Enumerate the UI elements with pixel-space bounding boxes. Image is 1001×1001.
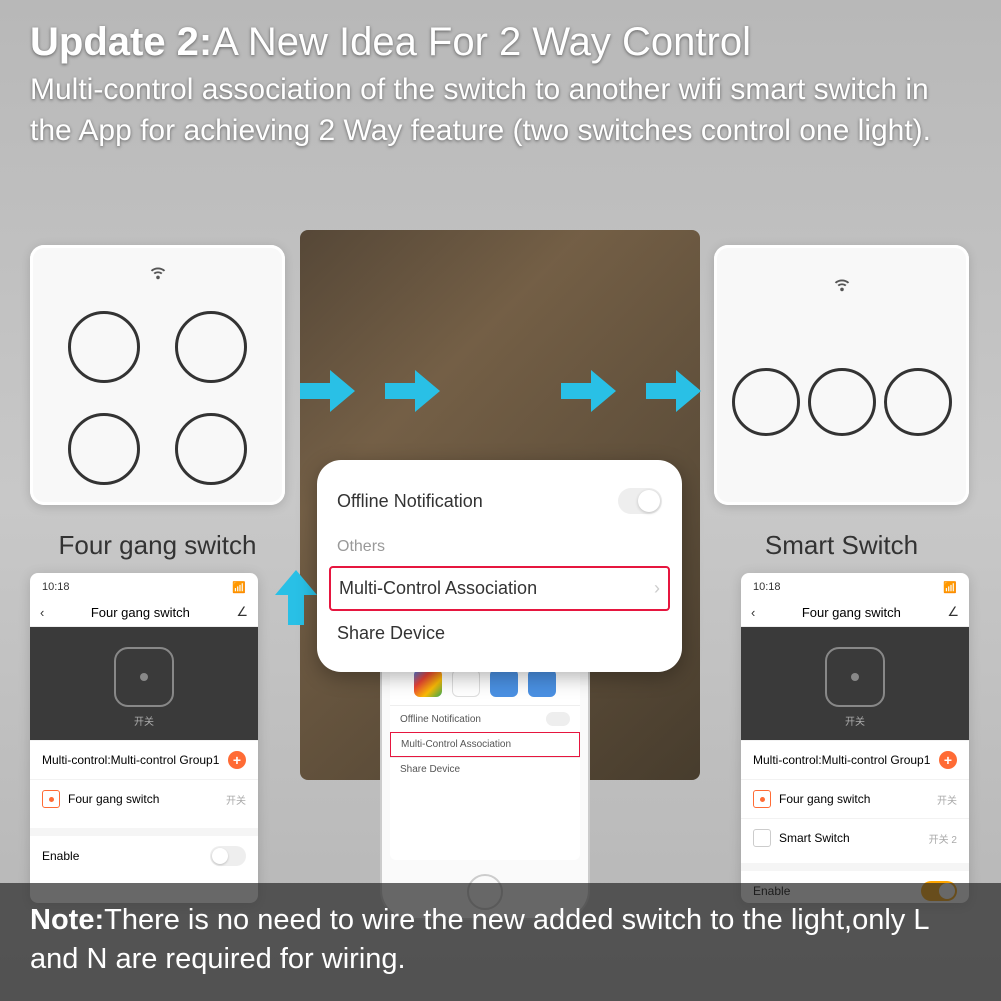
device-preview: 开关 xyxy=(741,627,969,740)
phone-in-hand: Run and Automation Offline Notification … xyxy=(380,630,620,910)
switch-button-3[interactable] xyxy=(884,368,952,436)
page-title: Update 2:A New Idea For 2 Way Control xyxy=(30,20,971,65)
power-button[interactable] xyxy=(825,647,885,707)
wifi-icon xyxy=(147,263,169,281)
phone-multicontrol-row[interactable]: Multi-Control Association xyxy=(390,732,580,757)
switch-button-3[interactable] xyxy=(68,413,140,485)
note-footer: Note:There is no need to wire the new ad… xyxy=(0,883,1001,1001)
switch-button-1[interactable] xyxy=(68,311,140,383)
offline-notification-row[interactable]: Offline Notification xyxy=(337,478,662,524)
device-icon xyxy=(753,790,771,808)
app-header: ‹ Four gang switch ∠ xyxy=(741,598,969,627)
switch-button-2[interactable] xyxy=(175,311,247,383)
add-icon[interactable]: + xyxy=(228,751,246,769)
app-header: ‹ Four gang switch ∠ xyxy=(30,598,258,627)
google-assistant-icon[interactable] xyxy=(414,669,442,697)
status-bar: 10:18📶 xyxy=(741,573,969,598)
app-screen-left: 10:18📶 ‹ Four gang switch ∠ 开关 Multi-con… xyxy=(30,573,258,903)
chevron-right-icon: › xyxy=(654,578,660,599)
arrows-right xyxy=(561,370,701,412)
edit-icon[interactable]: ∠ xyxy=(236,604,248,620)
toggle-icon[interactable] xyxy=(618,488,662,514)
app-screen-right: 10:18📶 ‹ Four gang switch ∠ 开关 Multi-con… xyxy=(741,573,969,903)
google-icon[interactable] xyxy=(452,669,480,697)
signal-icon: 📶 xyxy=(943,581,957,594)
share-device-row[interactable]: Share Device xyxy=(337,613,662,654)
power-button[interactable] xyxy=(114,647,174,707)
settings-popup: Offline Notification Others Multi-Contro… xyxy=(317,460,682,672)
device-row[interactable]: Four gang switch 开关 xyxy=(30,779,258,818)
device-icon xyxy=(42,790,60,808)
add-icon[interactable]: + xyxy=(939,751,957,769)
tmall-genie-icon[interactable] xyxy=(528,669,556,697)
toggle-off-icon[interactable] xyxy=(210,846,246,866)
status-bar: 10:18📶 xyxy=(30,573,258,598)
left-switch-label: Four gang switch xyxy=(30,530,285,561)
device-row-2[interactable]: Smart Switch 开关 2 xyxy=(741,818,969,857)
four-gang-switch-panel xyxy=(30,245,285,505)
edit-icon[interactable]: ∠ xyxy=(947,604,959,620)
wifi-icon xyxy=(831,275,853,293)
signal-icon: 📶 xyxy=(232,581,246,594)
multicontrol-group-row[interactable]: Multi-control:Multi-control Group1 + xyxy=(30,740,258,779)
back-icon[interactable]: ‹ xyxy=(40,605,44,620)
switch-button-4[interactable] xyxy=(175,413,247,485)
arrow-up xyxy=(275,570,317,630)
enable-row[interactable]: Enable xyxy=(30,828,258,876)
device-preview: 开关 xyxy=(30,627,258,740)
smart-switch-panel xyxy=(714,245,969,505)
ifttt-icon[interactable] xyxy=(490,669,518,697)
phone-offline-row[interactable]: Offline Notification xyxy=(390,705,580,732)
device-row-1[interactable]: Four gang switch 开关 xyxy=(741,779,969,818)
device-icon xyxy=(753,829,771,847)
multicontrol-group-row[interactable]: Multi-control:Multi-control Group1 + xyxy=(741,740,969,779)
page-subtitle: Multi-control association of the switch … xyxy=(30,70,971,151)
phone-share-row[interactable]: Share Device xyxy=(390,757,580,781)
multi-control-row[interactable]: Multi-Control Association › xyxy=(329,566,670,611)
back-icon[interactable]: ‹ xyxy=(751,605,755,620)
switch-button-1[interactable] xyxy=(732,368,800,436)
arrows-left xyxy=(300,370,440,412)
switch-button-2[interactable] xyxy=(808,368,876,436)
phone-device: Run and Automation Offline Notification … xyxy=(380,630,590,920)
right-switch-label: Smart Switch xyxy=(714,530,969,561)
header: Update 2:A New Idea For 2 Way Control Mu… xyxy=(0,0,1001,161)
others-section: Others xyxy=(337,524,662,564)
